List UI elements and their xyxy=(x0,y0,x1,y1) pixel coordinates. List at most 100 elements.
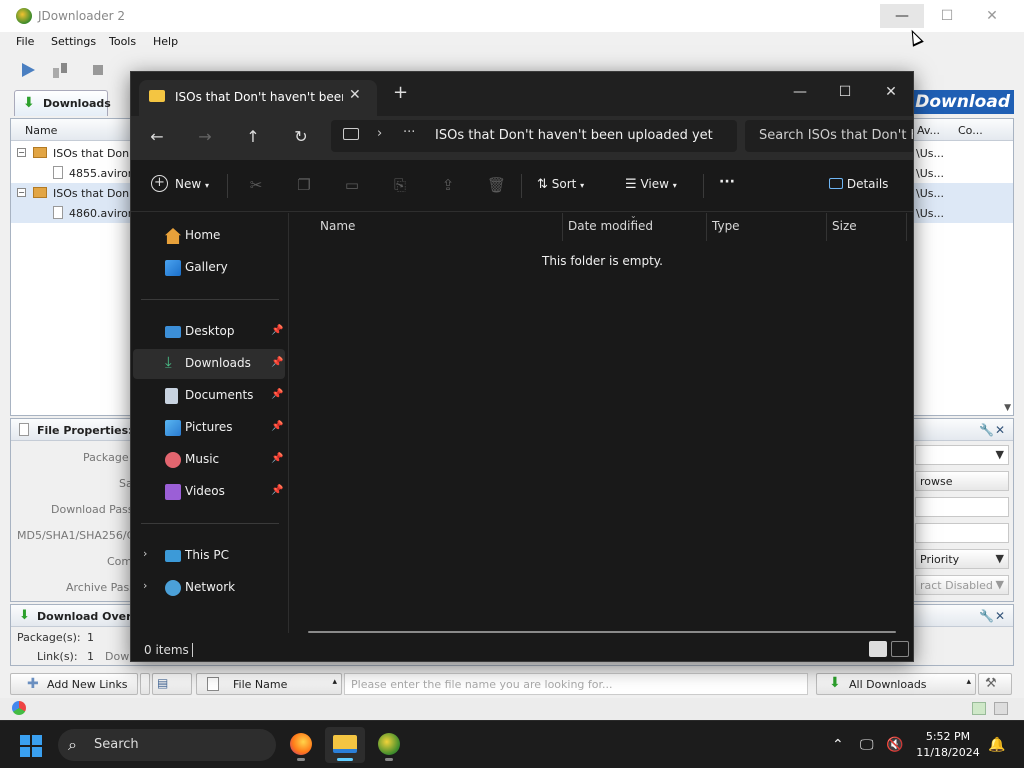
column-header-type[interactable]: Type xyxy=(712,219,740,233)
sidebar-item-videos[interactable]: Videos 📌 xyxy=(133,477,285,507)
show-hidden-icons-icon[interactable]: ⌃ xyxy=(832,737,844,753)
cut-icon[interactable]: ✂ xyxy=(247,176,265,194)
tab-downloads[interactable]: ⬇ Downloads xyxy=(14,90,111,116)
collapse-icon[interactable]: − xyxy=(17,148,26,157)
more-locations-icon[interactable]: ··· xyxy=(403,125,415,140)
pin-icon[interactable]: 📌 xyxy=(271,485,283,496)
monitor-icon[interactable] xyxy=(343,128,359,140)
sidebar-item-desktop[interactable]: Desktop 📌 xyxy=(133,317,285,347)
address-bar[interactable]: › ··· ISOs that Don't haven't been uploa… xyxy=(331,120,737,152)
up-arrow-icon[interactable]: ↑ xyxy=(241,127,265,146)
back-arrow-icon[interactable]: ← xyxy=(145,127,169,146)
collapse-icon[interactable]: − xyxy=(17,188,26,197)
settings-wrench-icon[interactable]: 🔧 xyxy=(979,609,994,623)
sidebar-item-this-pc[interactable]: › This PC xyxy=(133,541,285,571)
explorer-search-input[interactable]: Search ISOs that Don't haven't been uplo… xyxy=(745,120,913,152)
add-new-links-button[interactable]: ✚ Add New Links xyxy=(10,673,138,695)
new-tab-button[interactable]: + xyxy=(393,84,408,102)
jdownloader-app[interactable] xyxy=(369,727,409,763)
pin-icon[interactable]: 📌 xyxy=(271,357,283,368)
column-comment[interactable]: Co... xyxy=(958,124,983,137)
notification-bell-icon[interactable]: 🔔 xyxy=(988,737,1005,753)
new-plus-icon[interactable]: + xyxy=(151,175,168,192)
jd-minimize-button[interactable]: — xyxy=(880,4,924,28)
details-pane-button[interactable]: Details xyxy=(829,177,888,191)
sidebar-item-pictures[interactable]: Pictures 📌 xyxy=(133,413,285,443)
extract-dropdown[interactable]: ract Disabled ▼ xyxy=(915,575,1009,595)
taskbar-search[interactable]: ⌕ Search xyxy=(58,729,276,761)
package-dropdown[interactable]: ▼ xyxy=(915,445,1009,465)
menu-tools[interactable]: Tools xyxy=(109,35,136,48)
pause-icon[interactable] xyxy=(50,60,70,80)
jd-close-button[interactable]: ✕ xyxy=(970,4,1014,28)
sidebar-item-music[interactable]: Music 📌 xyxy=(133,445,285,475)
horizontal-scrollbar[interactable] xyxy=(308,631,896,633)
menu-file[interactable]: File xyxy=(16,35,34,48)
more-options-button[interactable]: ··· xyxy=(719,174,735,190)
sidebar-item-gallery[interactable]: Gallery xyxy=(133,253,285,283)
share-icon[interactable]: ⇪ xyxy=(439,176,457,194)
premium-status-icon[interactable] xyxy=(12,701,26,715)
jd-search-input[interactable]: Please enter the file name you are looki… xyxy=(344,673,808,695)
tiles-view-icon[interactable] xyxy=(891,641,909,657)
system-clock[interactable]: 5:52 PM 11/18/2024 xyxy=(916,729,980,761)
volume-muted-icon[interactable]: 🔇 xyxy=(886,737,903,753)
add-links-menu-button[interactable] xyxy=(140,673,150,695)
chevron-right-icon[interactable]: › xyxy=(377,126,382,141)
tray-status-icon[interactable] xyxy=(994,702,1008,715)
start-button[interactable] xyxy=(20,735,42,757)
network-status-icon[interactable]: 🖵 xyxy=(860,737,874,753)
forward-arrow-icon[interactable]: → xyxy=(193,127,217,146)
jd-maximize-button[interactable]: ☐ xyxy=(925,4,969,28)
settings-wrench-icon[interactable]: 🔧 xyxy=(979,423,994,437)
column-separator[interactable] xyxy=(706,213,707,241)
file-explorer-app[interactable] xyxy=(325,727,365,763)
details-view-icon[interactable] xyxy=(869,641,887,657)
pin-icon[interactable]: 📌 xyxy=(271,389,283,400)
explorer-tab-strip[interactable]: ISOs that Don't haven't been uploaded ye… xyxy=(131,72,913,116)
sidebar-item-documents[interactable]: Documents 📌 xyxy=(133,381,285,411)
column-available[interactable]: Av... xyxy=(917,124,940,137)
column-header-name[interactable]: Name xyxy=(320,219,355,233)
tray-status-icon[interactable] xyxy=(972,702,986,715)
new-button[interactable]: New ▾ xyxy=(175,177,209,191)
pin-icon[interactable]: 📌 xyxy=(271,421,283,432)
close-panel-icon[interactable]: ✕ xyxy=(995,609,1005,623)
column-separator[interactable] xyxy=(906,213,907,241)
column-name[interactable]: Name xyxy=(25,124,57,137)
column-separator[interactable] xyxy=(562,213,563,241)
address-path[interactable]: ISOs that Don't haven't been uploaded ye… xyxy=(435,128,713,143)
explorer-maximize-button[interactable]: ☐ xyxy=(823,78,867,106)
explorer-minimize-button[interactable]: — xyxy=(778,78,822,106)
paste-icon[interactable]: ▭ xyxy=(343,176,361,194)
sidebar-item-downloads[interactable]: ⤓ Downloads 📌 xyxy=(133,349,285,379)
jd-title-bar[interactable]: JDownloader 2 — ☐ ✕ xyxy=(0,0,1024,32)
pin-icon[interactable]: 📌 xyxy=(271,325,283,336)
file-list-area[interactable]: Name ⌄ Date modified Type Size This fold… xyxy=(290,211,913,633)
rename-icon[interactable]: ⎘ xyxy=(391,176,409,194)
chevron-right-icon[interactable]: › xyxy=(143,547,147,560)
search-field-type-dropdown[interactable]: File Name ▴ xyxy=(196,673,342,695)
chevron-right-icon[interactable]: › xyxy=(143,579,147,592)
view-button[interactable]: ☰ View ▾ xyxy=(625,177,677,192)
pin-icon[interactable]: 📌 xyxy=(271,453,283,464)
browse-button[interactable]: rowse xyxy=(915,471,1009,491)
priority-dropdown[interactable]: Priority ▼ xyxy=(915,549,1009,569)
delete-icon[interactable]: 🗑 xyxy=(487,176,506,194)
copy-icon[interactable]: ❐ xyxy=(295,176,313,194)
explorer-close-button[interactable]: ✕ xyxy=(869,78,913,106)
menu-help[interactable]: Help xyxy=(153,35,178,48)
scroll-down-icon[interactable]: ▼ xyxy=(1004,403,1011,413)
quick-settings-button[interactable]: ⚒ xyxy=(978,673,1012,695)
checksum-field[interactable] xyxy=(915,523,1009,543)
menu-settings[interactable]: Settings xyxy=(51,35,96,48)
sidebar-item-home[interactable]: Home xyxy=(133,221,285,251)
sidebar-item-network[interactable]: › Network xyxy=(133,573,285,603)
download-password-field[interactable] xyxy=(915,497,1009,517)
firefox-app[interactable] xyxy=(281,727,321,763)
all-downloads-dropdown[interactable]: ⬇ All Downloads ▴ xyxy=(816,673,976,695)
close-panel-icon[interactable]: ✕ xyxy=(995,423,1005,437)
sort-button[interactable]: ⇅ Sort ▾ xyxy=(537,177,584,192)
refresh-icon[interactable]: ↻ xyxy=(289,127,313,146)
play-icon[interactable] xyxy=(18,60,38,80)
